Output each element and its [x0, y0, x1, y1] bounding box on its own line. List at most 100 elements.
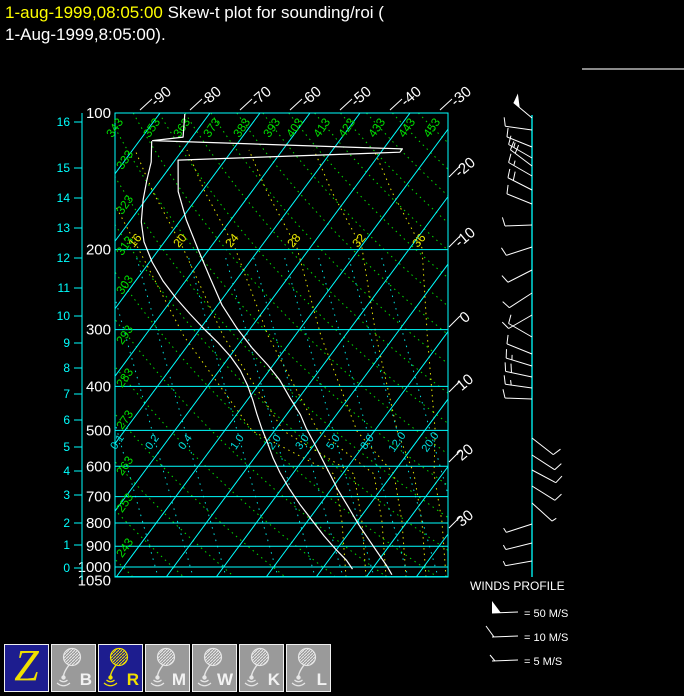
mixing-ratio-line	[318, 257, 409, 577]
pressure-axis-label: 200	[86, 242, 111, 259]
wind-barb	[507, 177, 533, 191]
wind-barb-tick	[506, 127, 509, 137]
height-axis-label: 1	[63, 538, 70, 552]
dry-adiabat-label: 303	[113, 272, 136, 297]
dewpoint-trace	[140, 141, 353, 570]
wind-barb-tick	[502, 389, 506, 399]
wind-barb-tick	[502, 301, 510, 309]
wind-barb-half-tick	[513, 160, 516, 166]
temp-axis-label-right: 20	[453, 441, 477, 465]
mixing-ratio-label: 5.0	[324, 433, 343, 452]
dry-adiabat-label: 323	[113, 192, 136, 217]
height-axis-label: 5	[63, 440, 70, 454]
wind-barb	[506, 357, 533, 367]
wind-barb-tick	[554, 463, 562, 471]
height-axis-label: 6	[63, 413, 70, 427]
mixing-ratio-label: 12.0	[386, 430, 408, 454]
temp-axis-label-top: -40	[397, 83, 425, 110]
height-axis-label: 16	[57, 115, 71, 129]
dry-adiabat-line	[115, 271, 437, 577]
dry-adiabat-label: 333	[113, 147, 136, 172]
wind-barb-tick	[503, 375, 506, 385]
isotherm-line	[165, 195, 448, 577]
dry-adiabat-line	[115, 509, 184, 577]
height-axis-label: 15	[57, 161, 71, 175]
wind-barb	[508, 314, 533, 329]
toolbar-button-w[interactable]: W	[192, 644, 237, 692]
height-axis-label: 14	[57, 191, 71, 205]
wind-barb	[505, 370, 533, 378]
height-axis-label: 11	[58, 281, 71, 295]
temp-axis-label-top: -50	[347, 83, 375, 110]
toolbar-button-m[interactable]: M	[145, 644, 190, 692]
wind-barb	[506, 193, 533, 205]
wind-barb-tick	[555, 475, 563, 484]
wind-barb-tick	[508, 153, 512, 163]
wind-barb	[504, 397, 533, 400]
dry-adiabat-line	[314, 113, 448, 251]
dry-adiabat-label: 413	[310, 115, 333, 140]
legend-full-barb-icon	[485, 625, 495, 638]
plot-frame	[114, 112, 449, 578]
pressure-axis-label: 1050	[78, 573, 111, 590]
toolbar-button-letter: W	[216, 670, 233, 689]
height-axis-label: 8	[63, 361, 70, 375]
toolbar-button-k[interactable]: K	[239, 644, 284, 692]
wind-barb	[504, 224, 533, 227]
temp-axis-label-top: -30	[447, 83, 475, 110]
mixing-ratio-line	[284, 257, 375, 577]
dry-adiabat-line	[115, 365, 336, 577]
dry-adiabat-line	[115, 413, 285, 577]
dry-adiabat-label: 253	[113, 490, 136, 515]
mixing-ratio-label: 0.4	[176, 433, 195, 452]
wind-barb	[508, 162, 533, 177]
wind-barb-tick	[506, 334, 509, 344]
dry-adiabat-label: 443	[395, 115, 418, 140]
toolbar-button-letter: R	[126, 670, 139, 689]
dry-adiabat-line	[417, 113, 448, 144]
wind-barb-tick	[501, 321, 509, 329]
wind-barb-half-tick	[513, 142, 516, 148]
wind-barb-tick	[508, 135, 512, 145]
wind-barb-tick	[514, 144, 520, 154]
wind-barb	[513, 102, 533, 119]
dry-adiabat-label: 423	[335, 115, 358, 140]
pressure-axis-label: 900	[86, 538, 111, 555]
wind-barb-tick	[507, 168, 511, 178]
height-axis-label: 9	[63, 336, 70, 350]
wind-barb	[505, 560, 533, 567]
wind-barb	[508, 323, 533, 338]
toolbar-button-letter: M	[171, 670, 186, 689]
dry-adiabat-label: 363	[170, 115, 193, 140]
toolbar-button-z[interactable]: Z	[4, 640, 49, 692]
dry-adiabat-line	[262, 113, 448, 307]
toolbar-button-letter: B	[79, 670, 92, 689]
dry-adiabat-line	[236, 113, 448, 336]
dry-adiabat-line	[340, 113, 448, 224]
wind-barb	[505, 542, 533, 551]
temp-axis-label-top: -90	[147, 83, 175, 110]
temp-axis-label-top: -60	[297, 83, 325, 110]
toolbar-button-l[interactable]: L	[286, 644, 331, 692]
wind-barb-half-tick	[502, 544, 507, 550]
pressure-axis-label: 700	[86, 489, 111, 506]
moist-adiabat-label: 20	[170, 231, 190, 250]
toolbar-button-r[interactable]: R	[98, 644, 143, 692]
isotherm-line	[115, 128, 448, 577]
dry-adiabat-line	[184, 113, 448, 394]
moist-adiabat-line	[186, 149, 387, 577]
zoom-z-glyph: Z	[14, 640, 39, 690]
pressure-axis-label: 500	[86, 422, 111, 439]
dry-adiabat-label: 243	[113, 535, 136, 560]
wind-barb	[531, 502, 553, 522]
height-axis-label: 3	[63, 488, 70, 502]
isotherm-line	[115, 113, 161, 175]
toolbar-button-b[interactable]: B	[51, 644, 96, 692]
isotherm-line	[265, 330, 448, 577]
moist-adiabat-line	[313, 149, 427, 577]
mixing-ratio-label: 0.1	[108, 433, 127, 452]
wind-barb	[531, 454, 555, 471]
wind-barb	[507, 269, 533, 283]
isotherm-line	[115, 113, 261, 310]
wind-barb	[505, 125, 533, 131]
